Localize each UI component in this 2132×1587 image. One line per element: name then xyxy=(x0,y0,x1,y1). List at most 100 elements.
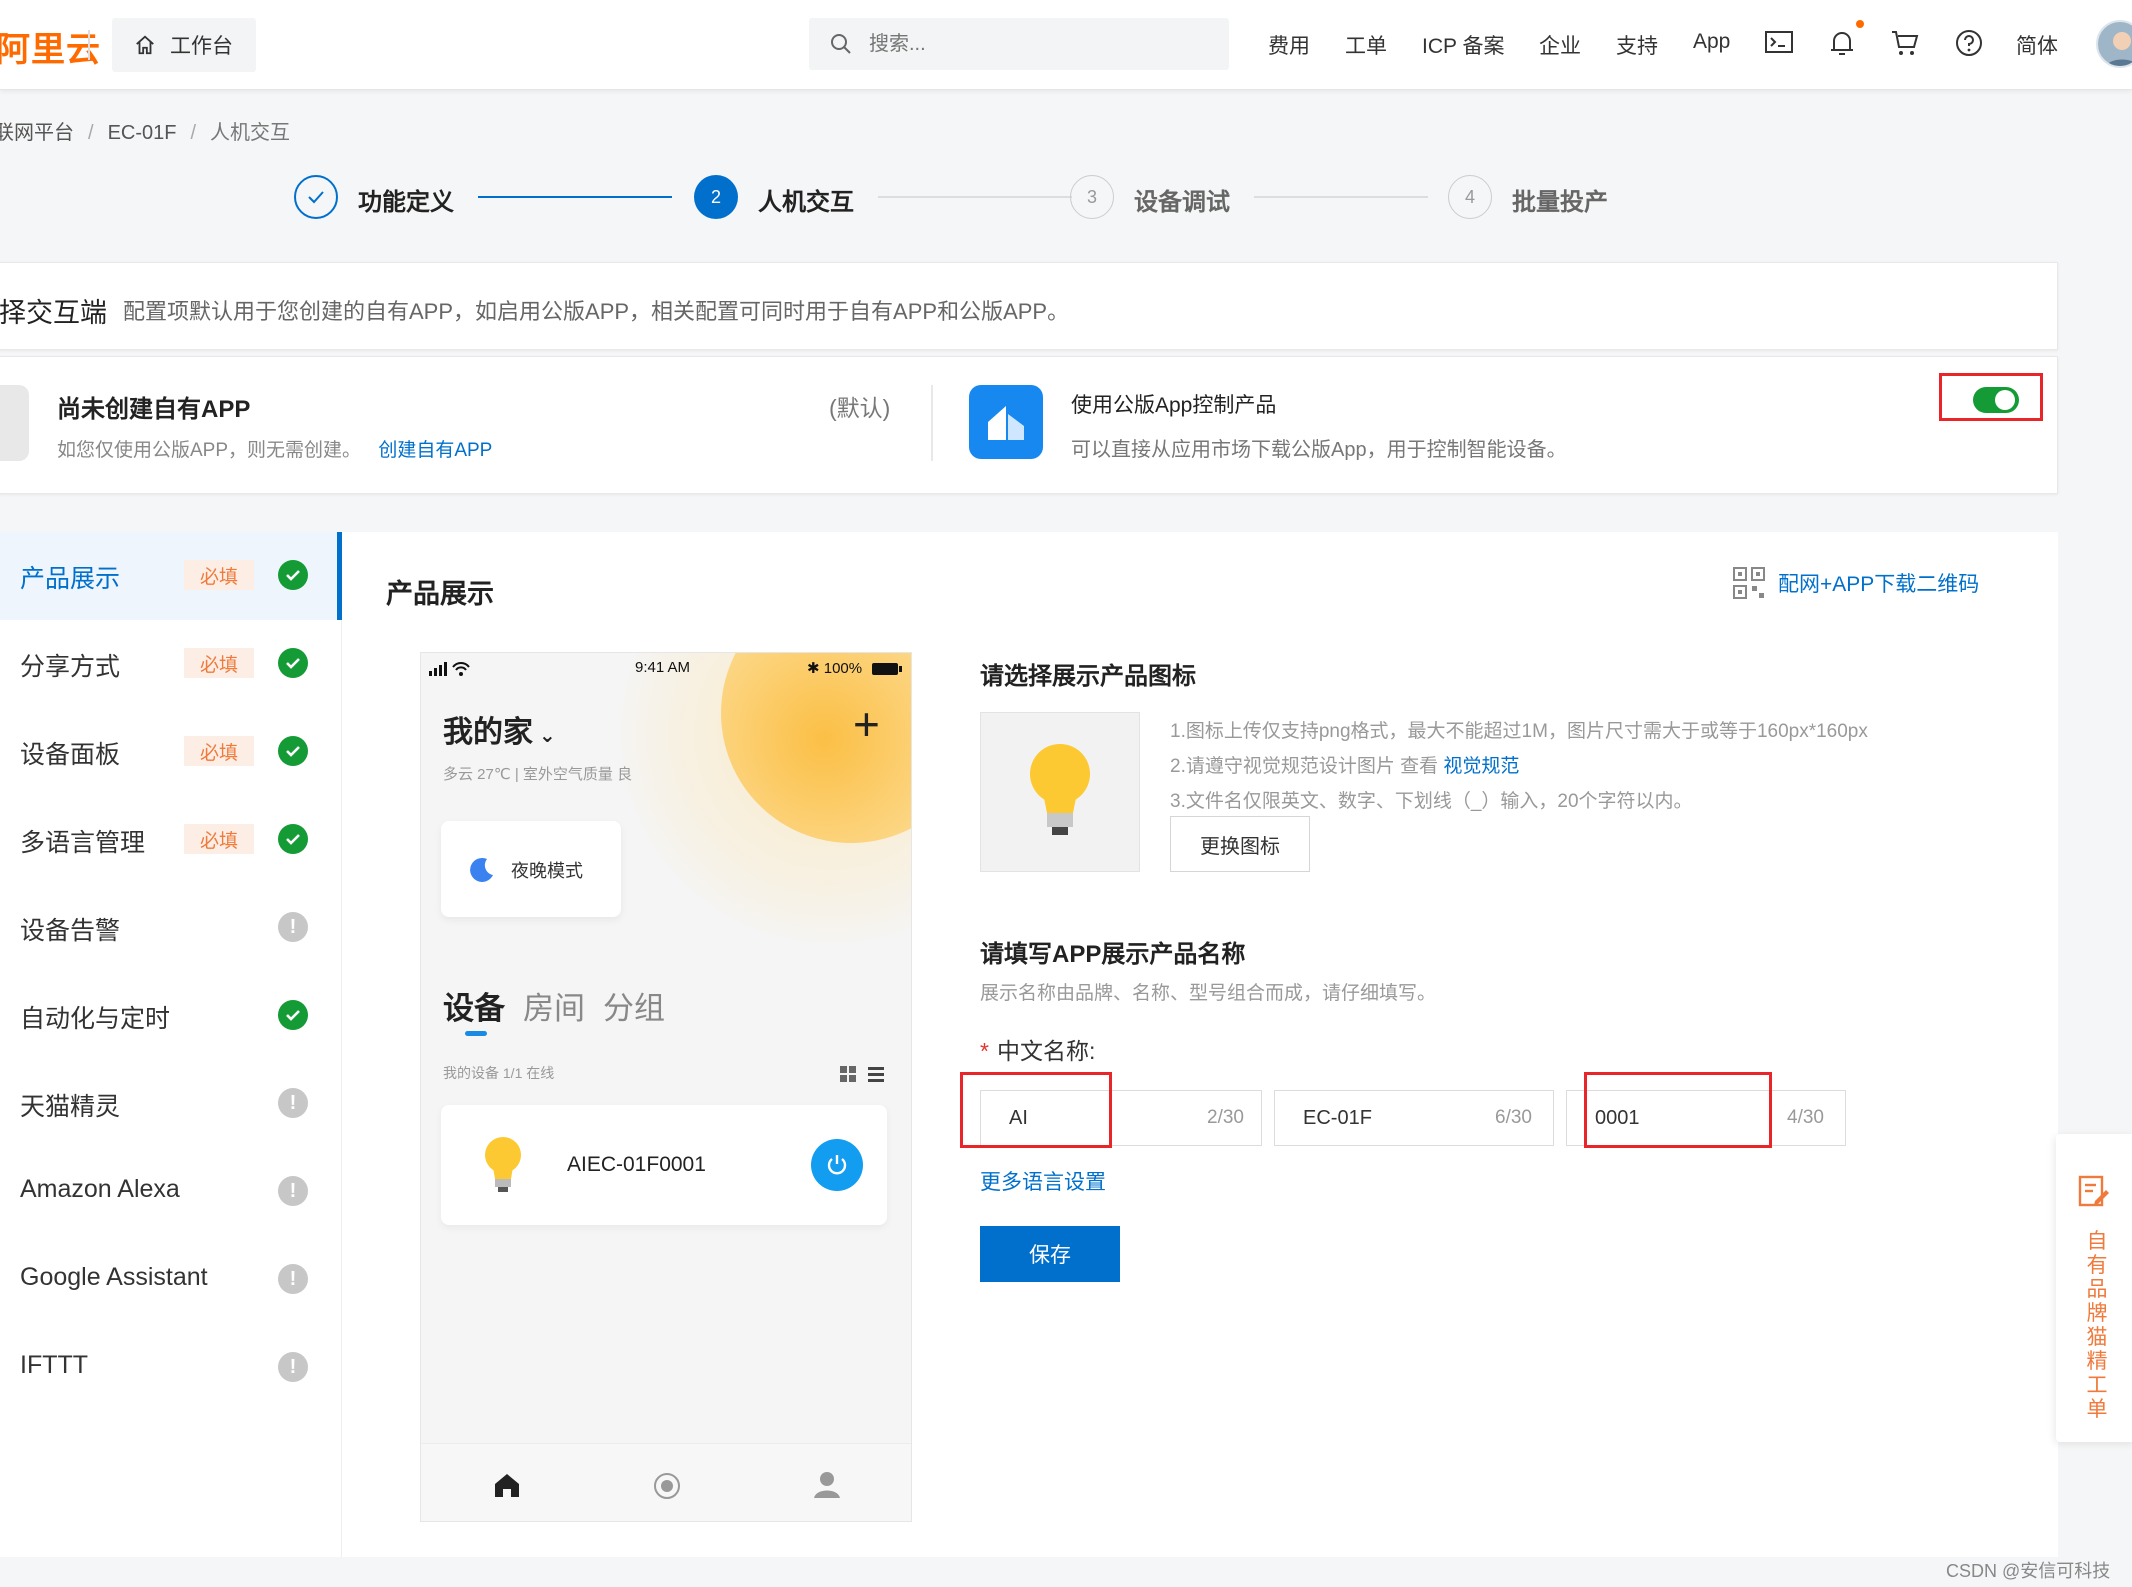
cart-icon[interactable] xyxy=(1890,28,1920,58)
nav-tickets[interactable]: 工单 xyxy=(1345,30,1387,60)
change-icon-button[interactable]: 更换图标 xyxy=(1170,816,1310,872)
public-app-logo-icon xyxy=(969,385,1043,459)
nav-fees[interactable]: 费用 xyxy=(1268,30,1310,60)
float-tab-label: 自有品牌猫精工单 xyxy=(2082,1230,2112,1422)
main-title: 产品展示 xyxy=(386,572,494,611)
top-bar: 阿里云 工作台 费用 工单 ICP 备案 企业 支持 App 简体 xyxy=(0,0,2132,90)
breadcrumb-product[interactable]: EC-01F xyxy=(108,122,177,144)
home-tab-icon xyxy=(493,1472,521,1498)
exclamation-circle-icon: ! xyxy=(278,1264,308,1294)
phone-device-meta: 我的设备 1/1 在线 xyxy=(443,1063,554,1083)
side-menu: 产品展示必填分享方式必填设备面板必填多语言管理必填设备告警!自动化与定时天猫精灵… xyxy=(0,532,342,1557)
terminal-select-desc: 配置项默认用于您创建的自有APP，如启用公版APP，相关配置可同时用于自有APP… xyxy=(123,294,1069,326)
visual-guide-link[interactable]: 视觉规范 xyxy=(1443,756,1519,777)
side-menu-label: 设备告警 xyxy=(20,911,120,947)
side-menu-item[interactable]: 产品展示必填 xyxy=(0,532,342,620)
icon-rule-2: 2.请遵守视觉规范设计图片 查看 视觉规范 xyxy=(1170,751,1519,778)
step-2-label: 人机交互 xyxy=(758,182,854,217)
name-section-hint: 展示名称由品牌、名称、型号组合而成，请仔细填写。 xyxy=(980,978,1436,1005)
side-menu-item[interactable]: 多语言管理必填 xyxy=(0,796,342,884)
brand-ticket-float-tab[interactable]: 自有品牌猫精工单 xyxy=(2056,1134,2132,1442)
name-input[interactable]: EC-01F 6/30 xyxy=(1274,1090,1554,1146)
side-menu-item[interactable]: Amazon Alexa! xyxy=(0,1148,342,1236)
terminal-select-title: 择交互端 xyxy=(0,291,107,330)
breadcrumb-platform[interactable]: 联网平台 xyxy=(0,122,74,144)
step-line-2 xyxy=(878,196,1072,198)
logo-divider xyxy=(88,30,90,60)
phone-weather: 多云 27℃ | 室外空气质量 良 xyxy=(443,763,632,784)
profile-tab-icon xyxy=(813,1470,841,1498)
moon-icon xyxy=(467,855,497,885)
search-icon xyxy=(829,32,853,56)
app-choice-card: 尚未创建自有APP (默认) 如您仅使用公版APP，则无需创建。 创建自有APP… xyxy=(0,356,2058,494)
help-icon[interactable] xyxy=(1954,28,1984,58)
phone-tab-rooms: 房间 xyxy=(523,991,585,1026)
create-own-app-link[interactable]: 创建自有APP xyxy=(378,440,492,461)
check-circle-icon xyxy=(278,1000,308,1030)
phone-tabs: 设备房间分组 xyxy=(443,983,683,1028)
lightbulb-icon xyxy=(1027,741,1093,843)
model-highlight-box xyxy=(1584,1072,1772,1148)
side-menu-item[interactable]: 分享方式必填 xyxy=(0,620,342,708)
exclamation-circle-icon: ! xyxy=(278,1176,308,1206)
phone-scene-card: 夜晚模式 xyxy=(441,821,621,917)
public-app-desc: 可以直接从应用市场下载公版App，用于控制智能设备。 xyxy=(1071,433,1567,462)
side-menu-item[interactable]: 天猫精灵! xyxy=(0,1060,342,1148)
search-input[interactable] xyxy=(869,33,1169,56)
qr-download-link[interactable]: 配网+APP下载二维码 xyxy=(1732,566,1979,600)
phone-device-card: AIEC-01F0001 xyxy=(441,1105,887,1225)
bell-icon[interactable] xyxy=(1828,28,1856,58)
bluetooth-icon: ✱ xyxy=(807,660,820,677)
side-menu-item[interactable]: Google Assistant! xyxy=(0,1236,342,1324)
breadcrumb-current: 人机交互 xyxy=(210,122,290,144)
nav-app[interactable]: App xyxy=(1693,30,1730,54)
step-1-check-icon xyxy=(294,175,338,219)
step-4-label: 批量投产 xyxy=(1512,182,1608,217)
more-language-link[interactable]: 更多语言设置 xyxy=(980,1166,1106,1196)
side-menu-label: 天猫精灵 xyxy=(20,1087,120,1123)
side-menu-label: Google Assistant xyxy=(20,1263,208,1292)
terminal-icon[interactable] xyxy=(1764,28,1794,56)
side-menu-item[interactable]: 设备告警! xyxy=(0,884,342,972)
check-circle-icon xyxy=(278,824,308,854)
home-icon xyxy=(134,34,156,56)
phone-scene-label: 夜晚模式 xyxy=(511,857,583,883)
chevron-down-icon: ⌄ xyxy=(539,725,556,747)
user-avatar[interactable] xyxy=(2096,20,2132,68)
aliyun-logo[interactable]: 阿里云 xyxy=(0,22,101,71)
phone-status-battery: ✱ 100% xyxy=(807,659,862,677)
step-line-1 xyxy=(478,196,672,198)
check-circle-icon xyxy=(278,736,308,766)
step-4-number: 4 xyxy=(1448,175,1492,219)
step-line-3 xyxy=(1254,196,1428,198)
list-view-icon xyxy=(867,1065,885,1083)
side-menu-label: IFTTT xyxy=(20,1351,88,1380)
required-badge: 必填 xyxy=(184,736,254,766)
ticket-edit-icon xyxy=(2076,1174,2112,1210)
own-app-placeholder-icon xyxy=(0,385,29,461)
side-menu-item[interactable]: IFTTT! xyxy=(0,1324,342,1412)
product-icon-preview xyxy=(980,712,1140,872)
card-divider xyxy=(931,385,933,461)
battery-percent: 100% xyxy=(824,660,862,677)
required-star: * xyxy=(980,1038,989,1064)
phone-tab-indicator xyxy=(465,1031,487,1036)
phone-tab-groups: 分组 xyxy=(603,991,665,1026)
exclamation-circle-icon: ! xyxy=(278,1352,308,1382)
side-menu-item[interactable]: 设备面板 必填 xyxy=(0,708,342,796)
grid-view-icon xyxy=(839,1065,857,1083)
side-menu-item[interactable]: 自动化与定时 xyxy=(0,972,342,1060)
icon-section-title: 请选择展示产品图标 xyxy=(980,656,1196,691)
battery-icon xyxy=(871,661,903,677)
workbench-button[interactable]: 工作台 xyxy=(112,18,256,72)
save-button[interactable]: 保存 xyxy=(980,1226,1120,1282)
search-box[interactable] xyxy=(809,18,1229,70)
nav-enterprise[interactable]: 企业 xyxy=(1539,30,1581,60)
workbench-label: 工作台 xyxy=(170,30,233,60)
nav-support[interactable]: 支持 xyxy=(1616,30,1658,60)
language-switch[interactable]: 简体 xyxy=(2016,30,2058,60)
side-menu-label: 设备面板 xyxy=(20,735,120,771)
step-1-label: 功能定义 xyxy=(358,182,454,217)
side-menu-label: 多语言管理 xyxy=(20,823,145,859)
nav-icp[interactable]: ICP 备案 xyxy=(1422,30,1504,60)
